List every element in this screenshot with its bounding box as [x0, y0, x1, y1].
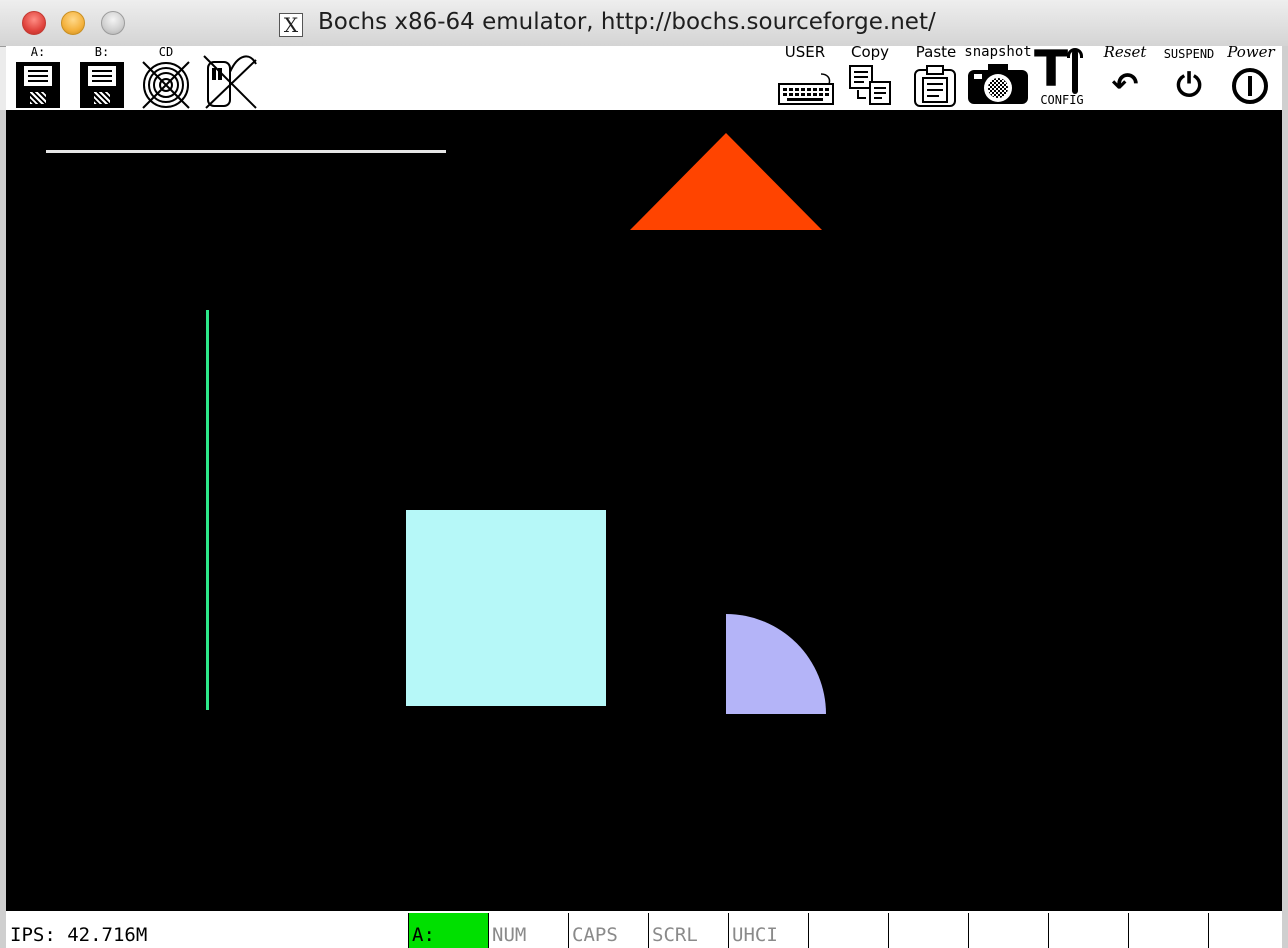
- floppy-a-button[interactable]: A:: [14, 46, 62, 110]
- zoom-button[interactable]: [101, 11, 125, 35]
- suspend-icon: ⏻: [1176, 66, 1202, 104]
- ips-readout: IPS: 42.716M: [10, 924, 148, 946]
- x11-icon: X: [279, 13, 303, 37]
- floppy-a-label: A:: [30, 45, 46, 59]
- close-button[interactable]: [22, 11, 46, 35]
- floppy-b-button[interactable]: B:: [78, 46, 126, 110]
- copy-label: Copy: [850, 43, 890, 61]
- status-indicator-slot: [968, 913, 1048, 948]
- bochs-window: X Bochs x86-64 emulator, http://bochs.so…: [0, 0, 1288, 948]
- emulator-screen[interactable]: [6, 110, 1282, 911]
- mouse-icon: [202, 50, 258, 110]
- suspend-label: SUSPEND: [1163, 47, 1215, 61]
- floppy-b-label: B:: [94, 45, 110, 59]
- status-indicator-slot: [888, 913, 968, 948]
- status-indicator-uhci: UHCI: [728, 913, 808, 948]
- snapshot-button[interactable]: snapshot: [964, 44, 1032, 110]
- status-indicator-slot: [808, 913, 888, 948]
- reset-label: Reset: [1103, 43, 1147, 61]
- keyboard-icon: [777, 68, 835, 106]
- user-button[interactable]: USER: [774, 43, 836, 110]
- minimize-button[interactable]: [61, 11, 85, 35]
- lavender-quarter-circle: [726, 614, 826, 714]
- camera-icon: [966, 62, 1030, 108]
- suspend-button[interactable]: SUSPEND ⏻: [1156, 46, 1222, 110]
- power-button[interactable]: Power: [1220, 43, 1282, 110]
- config-label: CONFIG: [1040, 93, 1084, 107]
- config-button[interactable]: T CONFIG: [1032, 42, 1092, 110]
- orange-triangle: [630, 133, 822, 230]
- cyan-square: [406, 510, 606, 706]
- green-vertical-line: [206, 310, 209, 710]
- paste-button[interactable]: Paste: [908, 43, 964, 110]
- white-horizontal-line: [46, 150, 446, 153]
- floppy-a-icon: [16, 62, 60, 108]
- status-bar: IPS: 42.716M A: NUM CAPS SCRL UHCI: [6, 911, 1282, 948]
- status-indicator-num: NUM: [488, 913, 568, 948]
- paste-label: Paste: [915, 43, 957, 61]
- snapshot-label: snapshot: [964, 44, 1032, 60]
- power-icon: [1232, 68, 1268, 104]
- status-indicator-floppy-a: A:: [408, 913, 488, 948]
- reset-button[interactable]: Reset ↶: [1094, 43, 1156, 110]
- status-indicator-slot: [1048, 913, 1128, 948]
- status-indicator-scrl: SCRL: [648, 913, 728, 948]
- cdrom-label: CD: [158, 45, 174, 59]
- window-title: Bochs x86-64 emulator, http://bochs.sour…: [318, 9, 936, 35]
- clipboard-icon: [913, 64, 959, 108]
- user-label: USER: [784, 43, 826, 61]
- toolbar: A: B: CD USER Copy Paste snapshot T CONF…: [6, 42, 1282, 110]
- cdrom-icon: [141, 60, 191, 110]
- power-label: Power: [1227, 43, 1275, 61]
- title-bar[interactable]: X Bochs x86-64 emulator, http://bochs.so…: [0, 0, 1288, 47]
- status-indicator-caps: CAPS: [568, 913, 648, 948]
- copy-button[interactable]: Copy: [842, 43, 898, 110]
- right-window-edge: [1282, 46, 1288, 948]
- status-indicator-slot: [1128, 913, 1208, 948]
- reset-icon: ↶: [1111, 65, 1139, 103]
- mouse-button[interactable]: [198, 46, 260, 110]
- cdrom-button[interactable]: CD: [136, 46, 196, 110]
- floppy-b-icon: [80, 62, 124, 108]
- config-tools-icon: T: [1032, 42, 1092, 96]
- status-indicator-slot: [1208, 913, 1282, 948]
- copy-icon: [848, 64, 894, 106]
